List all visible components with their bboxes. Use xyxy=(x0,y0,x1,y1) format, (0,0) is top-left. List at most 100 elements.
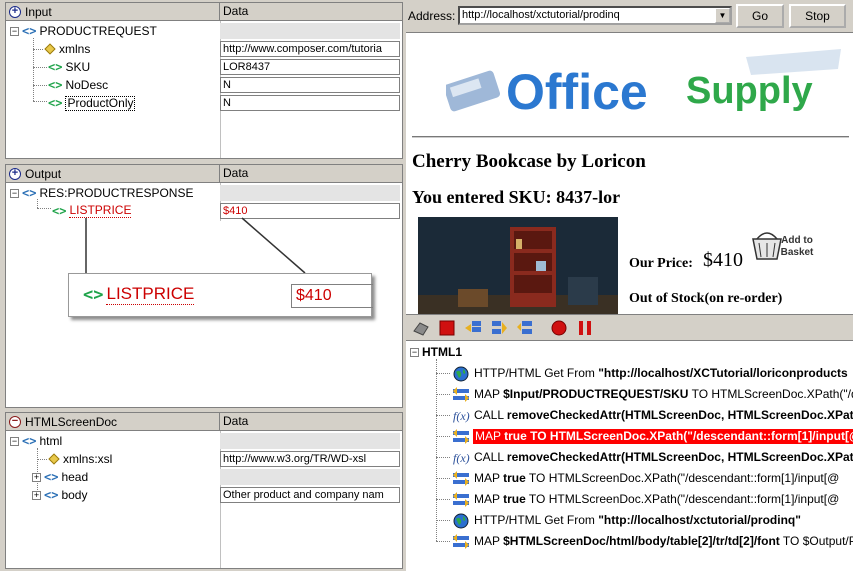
breakpoint-icon[interactable] xyxy=(550,319,568,337)
collapse-plus-icon[interactable]: + xyxy=(9,168,21,180)
step-into-icon[interactable] xyxy=(464,319,482,337)
node-value[interactable]: http://www.composer.com/tutoria xyxy=(220,41,400,57)
tree-row[interactable]: − <> PRODUCTREQUEST xyxy=(6,22,402,40)
tree-row[interactable]: xmlns http://www.composer.com/tutoria xyxy=(6,40,402,58)
tree-row[interactable]: xmlns:xsl http://www.w3.org/TR/WD-xsl xyxy=(6,450,402,468)
map-arrows-icon xyxy=(452,386,470,403)
tree-line xyxy=(37,208,51,209)
action-target: removeCheckedAttr(HTMLScreenDoc, HTMLScr… xyxy=(506,450,853,464)
expand-toggle-icon[interactable]: + xyxy=(32,490,41,500)
tree-root[interactable]: − HTML1 xyxy=(410,345,462,359)
action-text: MAP true TO HTMLScreenDoc.XPath("/descen… xyxy=(473,429,853,444)
tree-row[interactable]: <> ProductOnly N xyxy=(6,94,402,112)
step-over-icon[interactable] xyxy=(490,319,508,337)
action-suffix: TO HTMLScreenDoc.XPath("/de xyxy=(688,387,853,401)
tree-line xyxy=(37,459,47,460)
expand-toggle-icon[interactable]: + xyxy=(32,472,41,482)
element-tag-icon: <> xyxy=(22,23,37,38)
action-prefix: MAP xyxy=(474,534,504,548)
action-prefix: MAP xyxy=(474,492,504,506)
input-data-column-header[interactable]: Data xyxy=(220,3,402,21)
action-row-selected[interactable]: MAP true TO HTMLScreenDoc.XPath("/descen… xyxy=(406,426,853,447)
action-target: $Input/PRODUCTREQUEST/SKU xyxy=(503,387,689,401)
action-target: true xyxy=(503,492,526,506)
pause-icon[interactable] xyxy=(576,319,594,337)
tree-row[interactable]: <> LISTPRICE $410 xyxy=(6,202,402,220)
node-value[interactable]: Other product and company nam xyxy=(220,487,400,503)
output-name-column-header[interactable]: + Output xyxy=(6,165,220,183)
node-name: ProductOnly xyxy=(65,95,136,111)
product-image xyxy=(418,217,618,314)
action-target: "http://localhost/xctutorial/prodinq" xyxy=(598,513,801,527)
eraser-icon[interactable] xyxy=(412,319,430,337)
action-text: MAP $HTMLScreenDoc/html/body/table[2]/tr… xyxy=(474,534,853,549)
go-button[interactable]: Go xyxy=(736,4,784,28)
bookcase-illustration xyxy=(418,217,618,314)
node-name: xmlns xyxy=(59,41,91,56)
action-prefix: MAP xyxy=(474,387,504,401)
tree-row[interactable]: <> SKU LOR8437 xyxy=(6,58,402,76)
output-data-column-header[interactable]: Data xyxy=(220,165,402,183)
map-arrows-icon xyxy=(452,491,470,508)
action-text: MAP true TO HTMLScreenDoc.XPath("/descen… xyxy=(474,471,839,486)
element-tag-icon: <> xyxy=(48,95,63,110)
action-row[interactable]: MAP true TO HTMLScreenDoc.XPath("/descen… xyxy=(406,489,853,510)
action-row[interactable]: MAP true TO HTMLScreenDoc.XPath("/descen… xyxy=(406,468,853,489)
action-text: MAP $Input/PRODUCTREQUEST/SKU TO HTMLScr… xyxy=(474,387,853,402)
basket-label-1: Add to xyxy=(781,235,813,246)
action-row[interactable]: f(x) CALL removeCheckedAttr(HTMLScreenDoc… xyxy=(406,447,853,468)
action-text: MAP true TO HTMLScreenDoc.XPath("/descen… xyxy=(474,492,839,507)
action-row[interactable]: MAP $HTMLScreenDoc/html/body/table[2]/tr… xyxy=(406,531,853,552)
action-text: HTTP/HTML Get From "http://localhost/xct… xyxy=(474,513,801,528)
collapse-toggle-icon[interactable]: − xyxy=(10,436,19,446)
tree-line xyxy=(33,85,47,86)
tree-line xyxy=(33,67,47,68)
collapse-minus-icon[interactable]: − xyxy=(9,416,21,428)
tree-row[interactable]: <> NoDesc N xyxy=(6,76,402,94)
action-prefix: CALL xyxy=(474,450,507,464)
add-to-basket-button[interactable]: Add to Basket xyxy=(751,229,821,263)
element-tag-icon: <> xyxy=(52,203,67,218)
address-input[interactable]: http://localhost/xctutorial/prodinq ▼ xyxy=(458,6,732,25)
svg-text:f(x): f(x) xyxy=(453,451,470,465)
browser-viewport: Office Supply Cherry Bookcase by Loricon… xyxy=(406,32,853,314)
stop-square-icon[interactable] xyxy=(438,319,456,337)
tree-row[interactable]: − <> html xyxy=(6,432,402,450)
htmlscreendoc-header-label: HTMLScreenDoc xyxy=(25,414,118,429)
action-row[interactable]: f(x) CALL removeCheckedAttr(HTMLScreenDoc… xyxy=(406,405,853,426)
product-title: Cherry Bookcase by Loricon xyxy=(412,151,646,172)
collapse-toggle-icon[interactable]: − xyxy=(410,347,419,357)
node-value[interactable]: N xyxy=(220,95,400,111)
tree-line xyxy=(436,499,450,500)
output-header-label: Output xyxy=(25,166,62,181)
stop-button[interactable]: Stop xyxy=(789,4,846,28)
collapse-plus-icon[interactable]: + xyxy=(9,6,21,18)
action-row[interactable]: MAP $Input/PRODUCTREQUEST/SKU TO HTMLScr… xyxy=(406,384,853,405)
tree-line xyxy=(33,49,43,50)
node-value[interactable]: http://www.w3.org/TR/WD-xsl xyxy=(220,451,400,467)
action-target: "http://localhost/XCTutorial/loriconprod… xyxy=(598,366,848,380)
node-value[interactable]: LOR8437 xyxy=(220,59,400,75)
collapse-toggle-icon[interactable]: − xyxy=(10,188,19,198)
action-row[interactable]: HTTP/HTML Get From "http://localhost/xct… xyxy=(406,510,853,531)
collapse-toggle-icon[interactable]: − xyxy=(10,26,19,36)
step-out-icon[interactable] xyxy=(516,319,534,337)
action-text: CALL removeCheckedAttr(HTMLScreenDoc, HT… xyxy=(474,408,853,423)
node-name: NoDesc xyxy=(65,77,109,92)
node-value[interactable]: $410 xyxy=(220,203,400,219)
htmlscreendoc-name-column-header[interactable]: − HTMLScreenDoc xyxy=(6,413,220,431)
sku-line: You entered SKU: 8437-lor xyxy=(412,187,621,207)
htmlscreendoc-data-column-header[interactable]: Data xyxy=(220,413,402,431)
element-tag-icon: <> xyxy=(44,469,59,484)
dropdown-arrow-icon[interactable]: ▼ xyxy=(715,8,730,23)
node-name: LISTPRICE xyxy=(69,203,132,218)
tree-row[interactable]: + <> body Other product and company nam xyxy=(6,486,402,504)
tree-line xyxy=(436,394,450,395)
node-value[interactable]: N xyxy=(220,77,400,93)
input-name-column-header[interactable]: + Input xyxy=(6,3,220,21)
callout-node-value: $410 xyxy=(291,284,373,308)
tree-row[interactable]: + <> head xyxy=(6,468,402,486)
tree-row[interactable]: − <> RES:PRODUCTRESPONSE xyxy=(6,184,402,202)
action-row[interactable]: HTTP/HTML Get From "http://localhost/XCT… xyxy=(406,363,853,384)
action-prefix: HTTP/HTML Get From xyxy=(474,366,599,380)
